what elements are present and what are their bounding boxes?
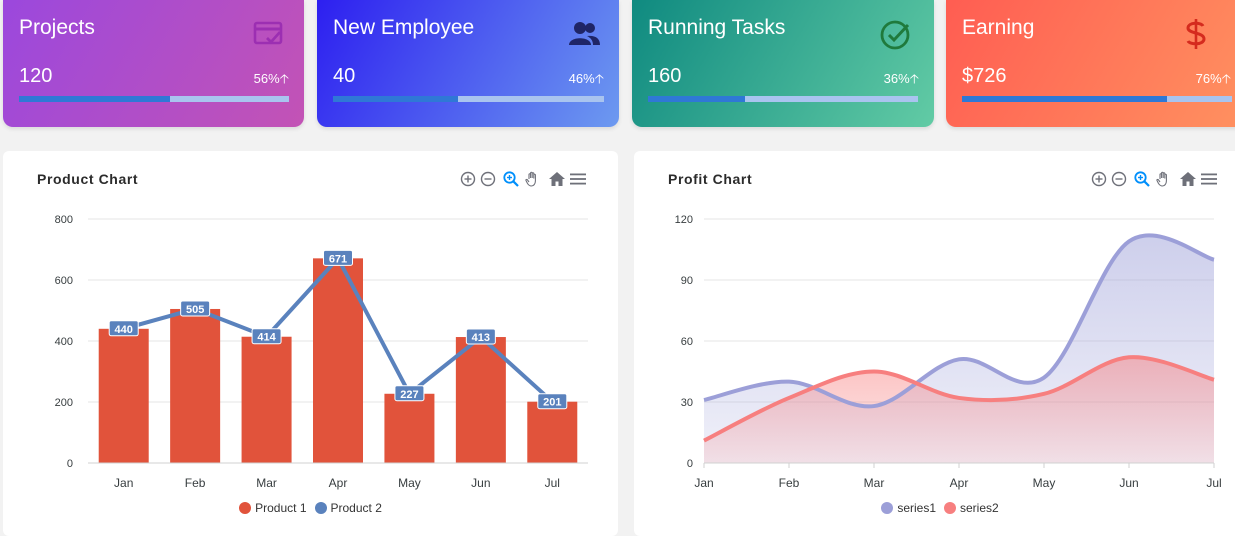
card-percent: 46%🡡: [568, 71, 604, 86]
arrow-up-icon: 🡡: [1221, 71, 1231, 86]
chart-legend: series1 series2: [634, 501, 1235, 515]
chart-legend: Product 1 Product 2: [3, 501, 618, 515]
progress-bar: [648, 96, 918, 102]
product-chart-plot: 0 200 400 600 800 Jan Feb Mar Apr May Jun Jul 440 505…: [55, 214, 588, 490]
x-tick-label: Mar: [864, 476, 885, 490]
legend-item-product-1[interactable]: Product 1: [239, 501, 307, 515]
x-tick-label: Apr: [329, 476, 348, 490]
data-label: 414: [257, 332, 276, 344]
card-title: Projects: [19, 16, 95, 39]
legend-marker: [944, 502, 956, 514]
x-tick-label: May: [398, 476, 421, 490]
arrow-up-icon: 🡡: [909, 71, 919, 86]
bar-may: [384, 393, 435, 463]
y-tick-label: 0: [687, 458, 693, 470]
legend-marker: [239, 502, 252, 514]
progress-fill: [333, 96, 458, 102]
bar-feb: [170, 308, 221, 463]
x-tick-label: Jul: [1206, 476, 1221, 490]
progress-bar: [333, 96, 604, 102]
data-label: 227: [400, 389, 418, 401]
bar-jun: [455, 337, 506, 463]
y-tick-label: 0: [67, 458, 73, 470]
legend-label: series1: [897, 501, 936, 515]
x-tick-label: May: [1033, 476, 1056, 490]
card-title: New Employee: [333, 16, 475, 39]
data-label: 671: [329, 253, 347, 265]
x-tick-label: Jun: [1119, 476, 1138, 490]
progress-bar: [962, 96, 1232, 102]
card-percent: 36%🡡: [883, 71, 919, 86]
card-percent: 76%🡡: [1195, 71, 1231, 86]
card-percent: 56%🡡: [253, 71, 289, 86]
users-icon: [567, 17, 601, 51]
y-tick-label: 600: [55, 275, 73, 287]
y-tick-label: 200: [55, 397, 73, 409]
x-tick-label: Jan: [114, 476, 133, 490]
y-tick-label: 90: [681, 275, 693, 287]
y-tick-label: 30: [681, 397, 693, 409]
x-tick-label: Mar: [256, 476, 277, 490]
card-title: Earning: [962, 16, 1035, 39]
dollar-icon: [1182, 17, 1216, 51]
data-label: 201: [543, 397, 561, 409]
x-tick-label: Jun: [471, 476, 490, 490]
legend-label: series2: [960, 501, 999, 515]
stat-card-earning: Earning $726 76%🡡: [946, 0, 1235, 127]
bar-jan: [98, 328, 149, 463]
card-value: $726: [962, 65, 1007, 87]
legend-marker: [314, 502, 327, 514]
stat-card-new-employee: New Employee 40 46%🡡: [317, 0, 619, 127]
data-label: 440: [115, 324, 133, 336]
card-value: 40: [333, 65, 356, 87]
y-tick-label: 120: [675, 214, 693, 226]
legend-item-series2[interactable]: series2: [944, 501, 999, 515]
stat-card-projects: Projects 120 56%🡡: [3, 0, 304, 127]
progress-fill: [19, 96, 171, 102]
legend-label: Product 1: [255, 501, 307, 515]
data-label: 505: [186, 304, 204, 316]
y-tick-label: 60: [681, 336, 693, 348]
x-tick-label: Feb: [779, 476, 800, 490]
card-check-icon: [252, 17, 286, 51]
x-tick-label: Feb: [185, 476, 206, 490]
x-tick-label: Jan: [694, 476, 713, 490]
check-circle-icon: [879, 17, 913, 51]
y-tick-label: 400: [55, 336, 73, 348]
product-chart-panel: Product Chart 0 200 400 600 800 Jan Feb Mar Apr M…: [3, 151, 618, 536]
stat-card-running-tasks: Running Tasks 160 36%🡡: [632, 0, 934, 127]
legend-marker: [881, 502, 894, 514]
progress-fill: [962, 96, 1168, 102]
profit-chart-panel: Profit Chart 0 30 60 90 120 Jan Feb Mar Apr May Ju…: [634, 151, 1235, 536]
legend-label: Product 2: [330, 501, 382, 515]
arrow-up-icon: 🡡: [594, 71, 604, 86]
profit-chart-plot: 0 30 60 90 120 Jan Feb Mar Apr May Jun Jul: [675, 214, 1222, 490]
card-value: 160: [648, 65, 682, 87]
x-tick-label: Jul: [545, 476, 560, 490]
card-value: 120: [19, 65, 53, 87]
progress-bar: [19, 96, 289, 102]
legend-item-product-2[interactable]: Product 2: [314, 501, 382, 515]
x-tick-label: Apr: [950, 476, 969, 490]
bar-mar: [241, 336, 292, 463]
y-tick-label: 800: [55, 214, 73, 226]
legend-item-series1[interactable]: series1: [881, 501, 936, 515]
bar-jul: [527, 401, 578, 463]
progress-fill: [648, 96, 746, 102]
arrow-up-icon: 🡡: [279, 71, 289, 86]
card-title: Running Tasks: [648, 16, 786, 39]
data-label: 413: [472, 332, 490, 344]
